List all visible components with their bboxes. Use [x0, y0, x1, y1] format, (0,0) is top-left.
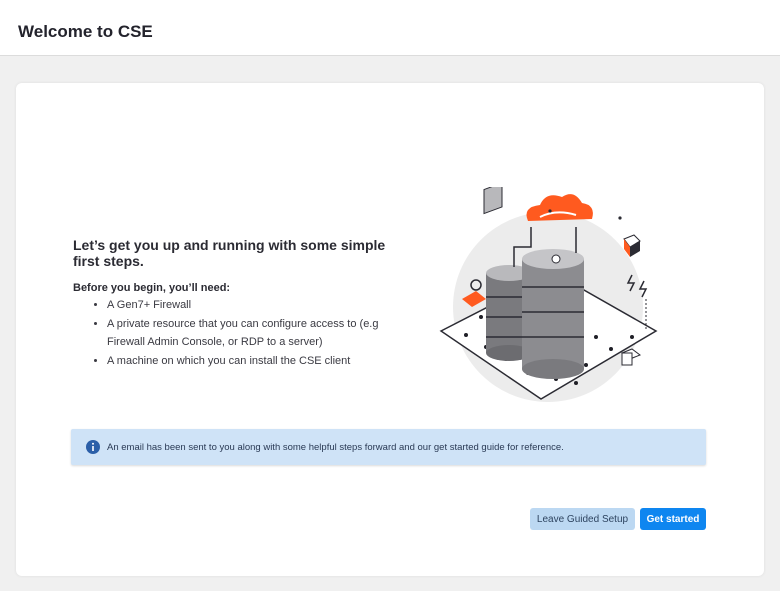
- welcome-card: Let’s get you up and running with some s…: [16, 83, 764, 576]
- info-banner-text: An email has been sent to you along with…: [107, 442, 564, 453]
- info-banner: An email has been sent to you along with…: [71, 429, 706, 465]
- requirements-list: A Gen7+ Firewall A private resource that…: [73, 296, 393, 370]
- top-bar: Welcome to CSE: [0, 0, 780, 56]
- cloud-servers-illustration: [439, 187, 658, 402]
- requirement-item: A Gen7+ Firewall: [107, 296, 393, 315]
- before-you-begin-title: Before you begin, you’ll need:: [73, 282, 231, 294]
- requirement-item: A private resource that you can configur…: [107, 315, 393, 352]
- leave-guided-setup-button[interactable]: Leave Guided Setup: [530, 508, 635, 530]
- intro-headline: Let’s get you up and running with some s…: [73, 237, 386, 269]
- intro-section: Let’s get you up and running with some s…: [73, 237, 393, 370]
- page-title: Welcome to CSE: [18, 22, 153, 41]
- get-started-button[interactable]: Get started: [640, 508, 706, 530]
- requirement-item: A machine on which you can install the C…: [107, 352, 393, 371]
- info-icon: [86, 440, 100, 454]
